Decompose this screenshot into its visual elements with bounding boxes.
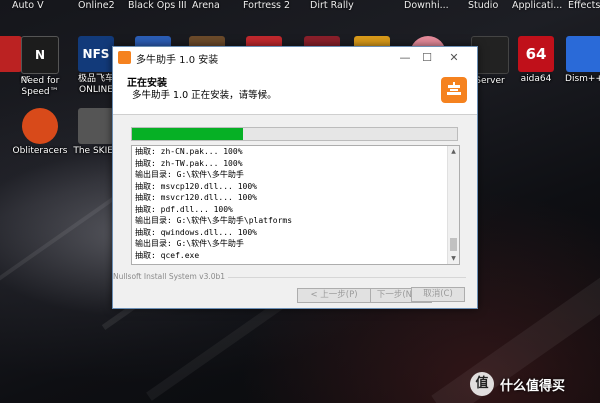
scroll-up-icon[interactable]: ▲ (448, 146, 459, 157)
desktop-icon-label: Need for Speed™ (20, 76, 60, 97)
log-line: 输出目录: G:\软件\多牛助手\platforms (135, 216, 293, 225)
branding-text: Nullsoft Install System v3.0b1 (113, 272, 226, 281)
install-progress-bar (131, 127, 458, 141)
desktop-label[interactable]: Studio (468, 0, 498, 11)
log-line: 输出目录: G:\软件\多牛助手 (135, 239, 244, 248)
log-lines: 抽取: zh-CN.pak... 100% 抽取: zh-TW.pak... 10… (135, 146, 445, 261)
desktop-icon-label: Obliteracers (12, 146, 68, 156)
back-button[interactable]: < 上一步(P) (297, 288, 371, 303)
desktop-label[interactable]: Effects (568, 0, 600, 11)
log-line: 抽取: msvcp120.dll... 100% (135, 181, 257, 191)
obliteracers-icon (22, 108, 58, 144)
cancel-button[interactable]: 取消(C) (411, 287, 465, 302)
header-subtitle: 多牛助手 1.0 正在安装，请等候。 (132, 90, 277, 101)
installer-header: 正在安装 多牛助手 1.0 正在安装，请等候。 (113, 69, 477, 115)
log-line: 抽取: qwindows.dll... 100% (135, 227, 257, 237)
nsis-branding: Nullsoft Install System v3.0b1 (113, 272, 467, 281)
nfs-icon: N (21, 36, 59, 74)
desktop-label[interactable]: Dirt Rally (310, 0, 354, 11)
dism-icon (566, 36, 600, 72)
watermark: 值 什么值得买 (470, 372, 565, 396)
aida64-icon: 64 (518, 36, 554, 72)
log-line: 抽取: zh-CN.pak... 100% (135, 147, 243, 156)
desktop-label[interactable]: Fortress 2 (243, 0, 290, 11)
branding-divider (228, 276, 467, 278)
log-line: 输出目录: G:\软件\多牛助手 (135, 170, 244, 179)
desktop-icon-label: Dism++ (565, 74, 600, 84)
title-bar[interactable]: 多牛助手 1.0 安装 — ☐ ✕ (113, 47, 477, 69)
desktop-icon[interactable]: N Need for Speed™ (8, 36, 72, 98)
desktop-top-labels: Auto V Online2 Black Ops III Arena Fortr… (0, 0, 600, 16)
desktop-label[interactable]: Downhi... (404, 0, 449, 11)
log-scrollbar[interactable]: ▲ ▼ (447, 146, 459, 264)
skies-icon (78, 108, 114, 144)
close-button[interactable]: ✕ (445, 49, 463, 66)
desktop-label[interactable]: Arena (192, 0, 220, 11)
log-line: 抽取: msvcr120.dll... 100% (135, 193, 257, 202)
installer-window: 多牛助手 1.0 安装 — ☐ ✕ 正在安装 多牛助手 1.0 正在安装，请等候… (112, 46, 478, 309)
maximize-button[interactable]: ☐ (418, 49, 436, 66)
desktop-label[interactable]: Applicati... (512, 0, 562, 11)
installer-logo-icon (441, 77, 467, 103)
scroll-thumb[interactable] (450, 238, 457, 251)
log-line: 抽取: qcef.exe (135, 250, 200, 260)
desktop-label[interactable]: Black Ops III (128, 0, 187, 11)
log-line: 抽取: pdf.dll... 100% (135, 204, 233, 214)
desktop-label[interactable]: Online2 (78, 0, 115, 11)
watermark-logo-icon: 值 (470, 372, 494, 396)
window-title: 多牛助手 1.0 安装 (136, 55, 219, 66)
minimize-button[interactable]: — (396, 49, 414, 66)
nfs-online-icon: NFS (78, 36, 114, 72)
progress-fill (132, 128, 243, 140)
desktop-icon[interactable]: Obliteracers (8, 108, 72, 157)
installer-app-icon (118, 51, 131, 64)
desktop-label[interactable]: Auto V (12, 0, 44, 11)
log-line: 抽取: zh-TW.pak... 100% (135, 158, 243, 168)
desktop-icon[interactable]: Dism++ (552, 36, 600, 85)
install-log[interactable]: 抽取: zh-CN.pak... 100% 抽取: zh-TW.pak... 10… (131, 145, 460, 265)
watermark-text: 什么值得买 (500, 378, 566, 394)
scroll-down-icon[interactable]: ▼ (448, 253, 459, 264)
